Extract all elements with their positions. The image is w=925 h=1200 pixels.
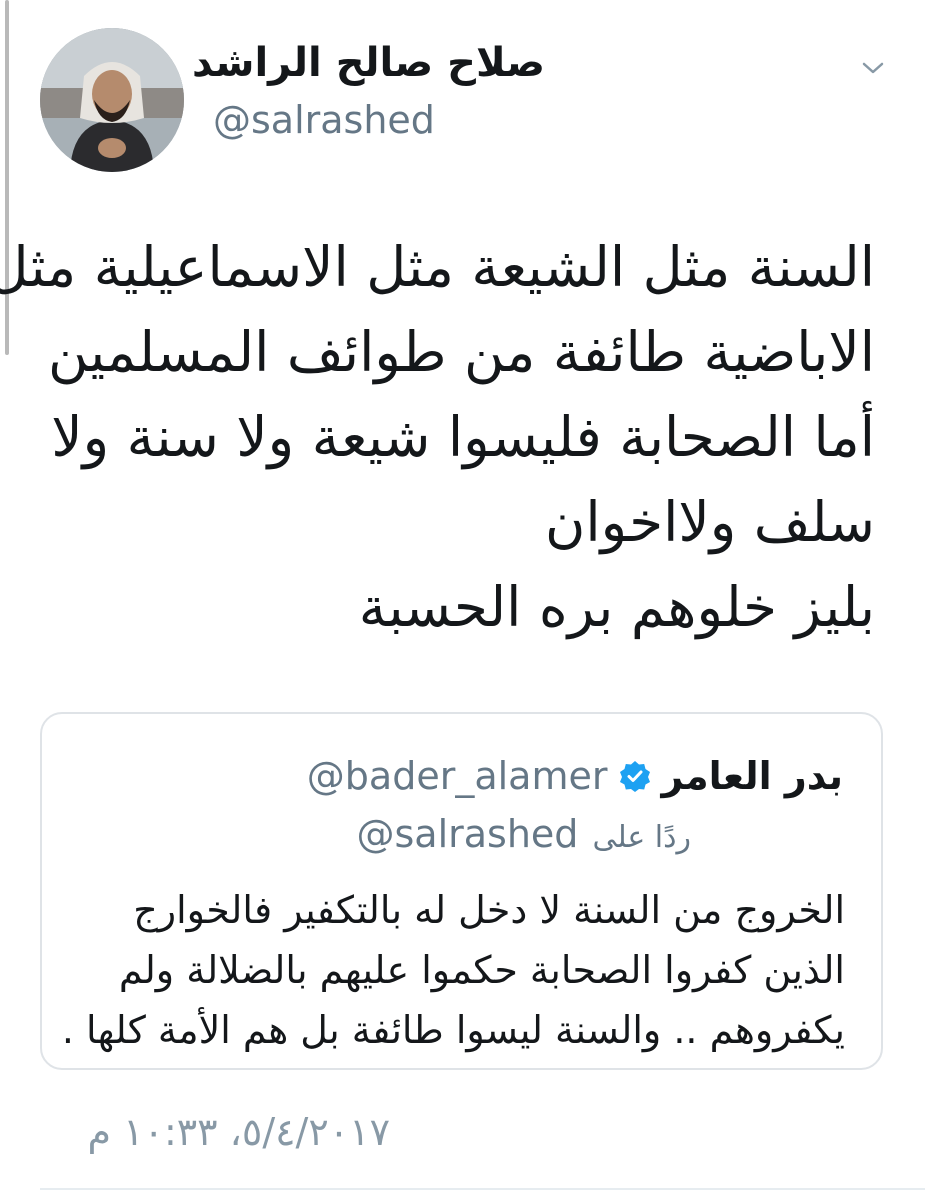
author-avatar[interactable] (40, 28, 184, 172)
reply-label: ردًا على (592, 820, 691, 855)
quoted-text-line: يكفروهم .. والسنة ليسوا طائفة بل هم الأم… (61, 1008, 845, 1052)
quoted-author-name: بدر العامر (661, 754, 843, 798)
avatar-photo (40, 28, 184, 172)
quoted-tweet-card[interactable]: بدر العامر @bader_alamer ردًا على @salra… (40, 712, 883, 1070)
quoted-author-handle: @bader_alamer (306, 754, 608, 798)
tweet-body: السنة مثل الشيعة مثل الاسماعيلية مثل الا… (0, 225, 875, 650)
replying-to: ردًا على @salrashed (357, 812, 692, 856)
verified-badge-icon (620, 761, 651, 792)
quoted-tweet-header: بدر العامر @bader_alamer (307, 754, 843, 798)
reply-handle[interactable]: @salrashed (357, 812, 579, 856)
tweet-text-line: بليز خلوهم بره الحسبة (358, 575, 875, 639)
author-handle[interactable]: @salrashed (213, 98, 435, 142)
tweet-text-line: سلف ولااخوان (545, 490, 875, 554)
quoted-tweet-body: الخروج من السنة لا دخل له بالتكفير فالخو… (61, 880, 845, 1060)
divider (40, 1188, 925, 1190)
tweet-timestamp[interactable]: ٥/٤/٢٠١٧، ١٠:٣٣ م (88, 1110, 390, 1154)
quoted-text-line: الخروج من السنة لا دخل له بالتكفير فالخو… (133, 888, 845, 932)
chevron-down-icon[interactable] (858, 56, 888, 80)
tweet-text-line: أما الصحابة فليسوا شيعة ولا سنة ولا (51, 405, 875, 469)
tweet-text-line: السنة مثل الشيعة مثل الاسماعيلية مثل (0, 235, 875, 299)
author-name[interactable]: صلاح صالح الراشد (192, 40, 545, 86)
quoted-text-line: الذين كفروا الصحابة حكموا عليهم بالضلالة… (118, 948, 845, 992)
tweet-text-line: الاباضية طائفة من طوائف المسلمين (48, 320, 875, 384)
